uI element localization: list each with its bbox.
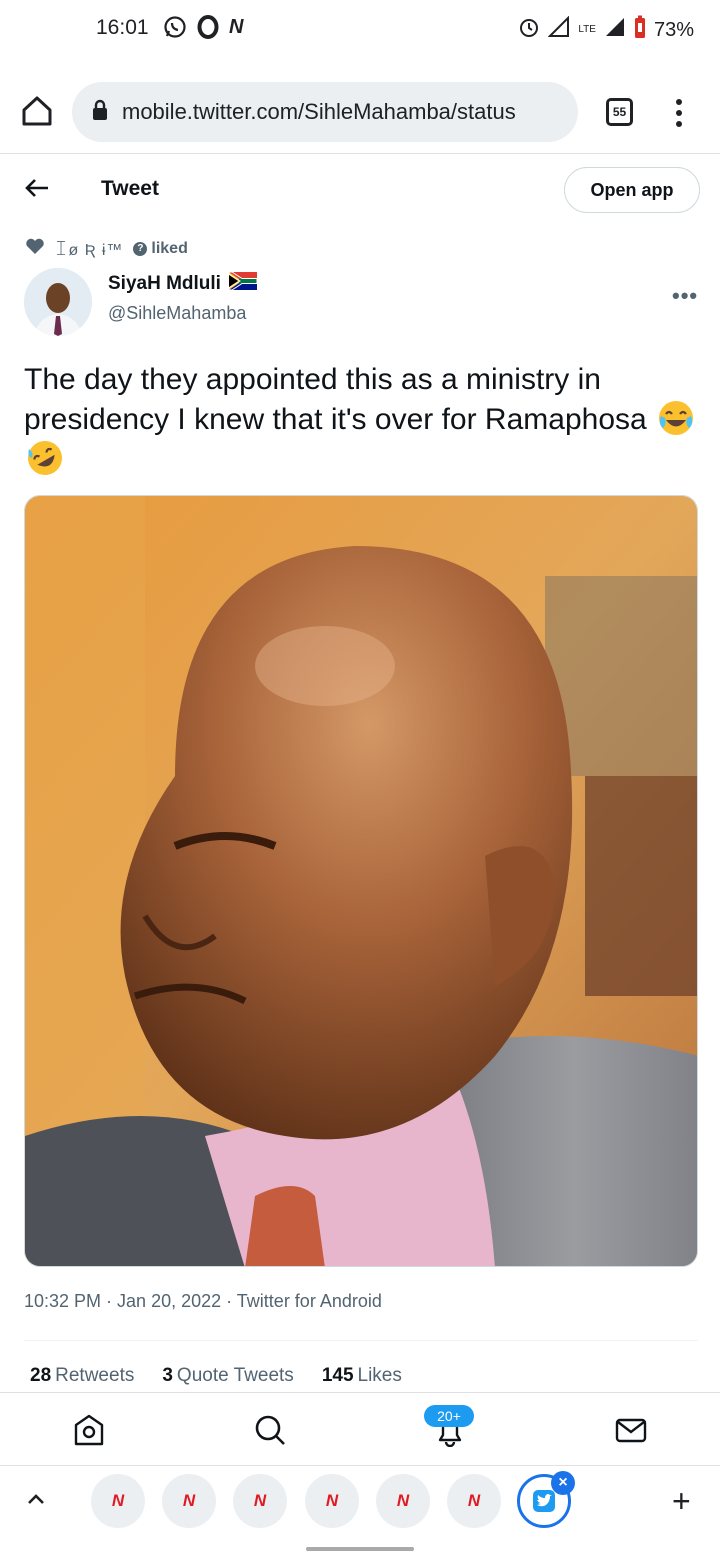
opera-icon xyxy=(197,15,219,39)
twitter-bottom-nav: 20+ xyxy=(0,1392,720,1464)
more-options-icon[interactable]: ••• xyxy=(672,283,698,309)
likes-label: Likes xyxy=(357,1365,402,1386)
browser-toolbar: mobile.twitter.com/SihleMahamba/status 5… xyxy=(0,70,720,154)
retweets-count: 28 xyxy=(30,1365,52,1386)
status-bar: 16:01 N LTE 73% xyxy=(0,0,720,60)
url-text: mobile.twitter.com/SihleMahamba/status xyxy=(122,99,516,124)
south-africa-flag-icon xyxy=(228,271,258,296)
author-name[interactable]: SiyaH Mdluli xyxy=(108,271,258,296)
tweet-text: The day they appointed this as a ministr… xyxy=(24,360,696,479)
gesture-home-indicator[interactable] xyxy=(306,1547,414,1551)
system-icons: LTE 73% xyxy=(518,15,694,45)
page-title: Tweet xyxy=(101,177,159,200)
news-n-icon: N xyxy=(182,1491,196,1510)
network-type: LTE xyxy=(578,24,596,35)
retweets-stat[interactable]: 28 Retweets xyxy=(30,1365,134,1387)
author-handle[interactable]: @SihleMahamba xyxy=(108,303,246,324)
news-n-icon: N xyxy=(396,1491,410,1510)
new-tab-plus-icon[interactable]: + xyxy=(672,1483,691,1520)
author-name-text: SiyaH Mdluli xyxy=(108,273,221,294)
tweet-photo[interactable] xyxy=(24,495,698,1267)
address-bar[interactable]: mobile.twitter.com/SihleMahamba/status xyxy=(72,82,578,142)
open-app-button[interactable]: Open app xyxy=(564,167,700,213)
signal-icon-2 xyxy=(604,16,626,44)
liked-text: liked xyxy=(151,239,188,257)
notification-icons: N xyxy=(163,15,243,39)
retweets-label: Retweets xyxy=(55,1365,135,1386)
liker-name[interactable]: ꀤø Ʀ ɨ™ xyxy=(55,238,123,260)
liked-label: ? liked xyxy=(133,239,188,258)
close-tab-icon[interactable]: × xyxy=(551,1471,575,1495)
browser-tab-strip: N N N N N N xyxy=(0,1465,720,1537)
avatar[interactable] xyxy=(24,268,92,336)
home-nav-icon[interactable] xyxy=(72,1413,106,1447)
tab-switcher-button[interactable]: 55 xyxy=(606,98,633,126)
tab-news-2[interactable]: N xyxy=(162,1474,216,1528)
tweet-header: Tweet Open app xyxy=(0,155,720,225)
news-n-icon: N xyxy=(325,1491,339,1510)
chevron-up-icon[interactable] xyxy=(24,1487,48,1511)
tab-news-5[interactable]: N xyxy=(376,1474,430,1528)
notifications-badge: 20+ xyxy=(424,1405,474,1427)
divider xyxy=(24,1340,698,1341)
back-arrow-icon[interactable] xyxy=(24,175,50,201)
quotes-label: Quote Tweets xyxy=(176,1365,294,1386)
info-icon: ? xyxy=(133,241,148,256)
likes-stat[interactable]: 145 Likes xyxy=(322,1365,402,1387)
tweet-timestamp[interactable]: 10:32 PM · Jan 20, 2022 · Twitter for An… xyxy=(24,1291,382,1312)
status-time: 16:01 xyxy=(96,16,149,39)
tears-of-joy-emoji-icon xyxy=(657,399,695,437)
tab-news-6[interactable]: N xyxy=(447,1474,501,1528)
lock-icon xyxy=(92,99,108,126)
quotes-count: 3 xyxy=(162,1365,173,1386)
overflow-menu-icon[interactable] xyxy=(672,98,686,128)
quotes-stat[interactable]: 3 Quote Tweets xyxy=(162,1365,293,1387)
alarm-icon xyxy=(518,16,540,44)
news-n-icon: N xyxy=(229,15,244,38)
battery-level: 73% xyxy=(653,18,694,41)
news-n-icon: N xyxy=(111,1491,125,1510)
news-n-icon: N xyxy=(467,1491,481,1510)
heart-icon xyxy=(25,237,45,260)
news-n-icon: N xyxy=(253,1491,267,1510)
whatsapp-icon xyxy=(163,15,187,39)
tab-news-1[interactable]: N xyxy=(91,1474,145,1528)
twitter-bird-icon xyxy=(533,1490,555,1512)
rolling-laughing-emoji-icon xyxy=(26,439,64,477)
social-context: ꀤø Ʀ ɨ™ ? liked xyxy=(25,237,188,260)
likes-count: 145 xyxy=(321,1365,354,1386)
battery-icon xyxy=(634,15,646,45)
tab-news-3[interactable]: N xyxy=(233,1474,287,1528)
home-icon[interactable] xyxy=(20,94,54,128)
tab-news-4[interactable]: N xyxy=(305,1474,359,1528)
tweet-stats: 28 Retweets 3 Quote Tweets 145 Likes xyxy=(30,1365,402,1387)
tweet-body: The day they appointed this as a ministr… xyxy=(24,363,647,436)
search-nav-icon[interactable] xyxy=(253,1413,287,1447)
messages-mail-icon[interactable] xyxy=(614,1413,648,1447)
signal-icon xyxy=(547,15,570,44)
